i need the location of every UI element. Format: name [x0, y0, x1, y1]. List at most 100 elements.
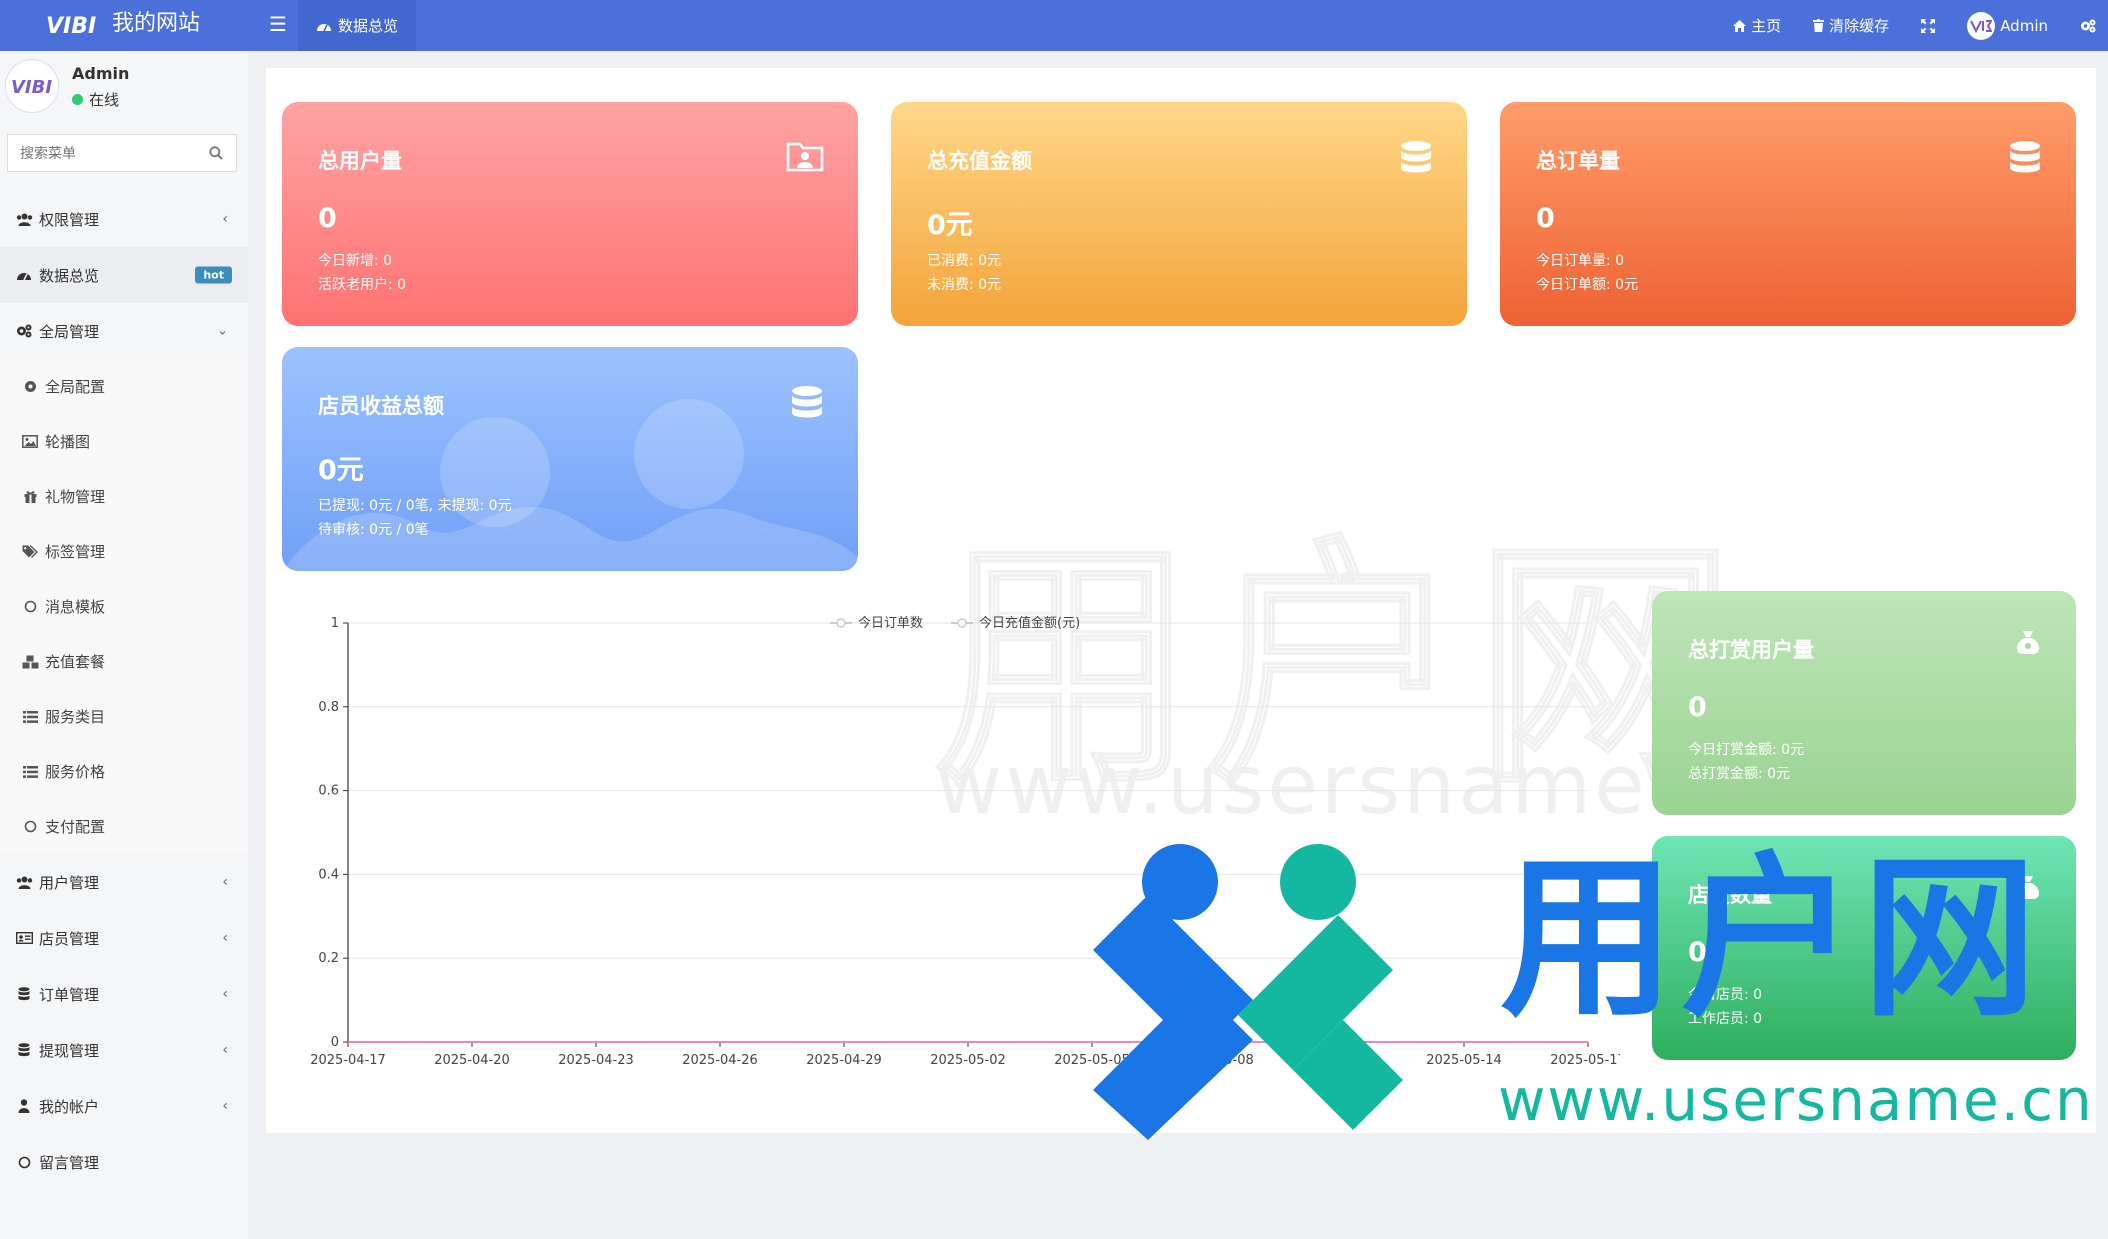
- card-value: 0: [1688, 692, 1707, 723]
- avatar-logo-text: VIBI: [11, 77, 52, 98]
- legend-label: 今日订单数: [858, 615, 923, 631]
- x-tick-label: 2025-04-20: [434, 1053, 510, 1068]
- legend-item[interactable]: 今日订单数: [830, 615, 923, 631]
- id-card-icon: [14, 932, 34, 944]
- card-title: 总用户量: [318, 149, 402, 173]
- sidebar-item-messages[interactable]: 留言管理: [0, 1134, 248, 1190]
- clear-cache-button[interactable]: 清除缓存: [1797, 0, 1905, 51]
- card-detail: 已消费: 0元: [927, 253, 1002, 269]
- sidebar-subitem-gifts[interactable]: 礼物管理: [0, 469, 248, 524]
- trash-icon: [1813, 19, 1825, 32]
- online-dot-icon: [72, 94, 83, 105]
- site-name: 我的网站: [112, 11, 201, 36]
- folder-user-icon: [786, 142, 824, 172]
- stat-card-staff-income: 店员收益总额 0元 已提现: 0元 / 0笔, 未提现: 0元 待审核: 0元 …: [282, 347, 858, 571]
- sidebar-subitem-tags[interactable]: 标签管理: [0, 524, 248, 579]
- sidebar-item-label: 提现管理: [39, 1041, 100, 1060]
- card-detail: 已提现: 0元 / 0笔, 未提现: 0元: [318, 498, 512, 514]
- sidebar-item-orders[interactable]: 订单管理 ‹: [0, 966, 248, 1022]
- brand[interactable]: VIBI 我的网站: [0, 0, 248, 51]
- card-value: 0: [1536, 203, 1555, 234]
- card-value: 0元: [318, 455, 364, 486]
- y-tick-label: 0.8: [318, 700, 339, 715]
- sidebar-item-withdrawals[interactable]: 提现管理 ‹: [0, 1022, 248, 1078]
- x-tick-label: 2025-05-02: [930, 1053, 1006, 1068]
- search-box: [7, 134, 237, 173]
- sidebar-item-permissions[interactable]: 权限管理 ‹: [0, 191, 248, 247]
- sidebar-item-users[interactable]: 用户管理 ‹: [0, 854, 248, 910]
- home-link-label: 主页: [1751, 17, 1782, 35]
- sidebar-item-dashboard[interactable]: 数据总览 hot: [0, 247, 248, 303]
- sidebar-subitem-recharge-packages[interactable]: 充值套餐: [0, 634, 248, 689]
- hot-badge: hot: [195, 266, 232, 284]
- sidebar-item-label: 标签管理: [45, 543, 106, 561]
- menu-toggle-icon[interactable]: ☰: [262, 0, 294, 51]
- users-icon: [14, 213, 34, 226]
- user-panel: VIBI Admin 在线: [0, 51, 248, 123]
- tags-icon: [20, 545, 40, 558]
- global-submenu: 全局配置 轮播图 礼物管理 标签管理 消息模板 充值套餐 服务类目 服务价格 支…: [0, 359, 248, 854]
- sidebar-item-label: 支付配置: [45, 818, 106, 836]
- x-tick-label: 2025-04-17: [310, 1053, 386, 1068]
- card-title: 店员收益总额: [318, 394, 444, 418]
- home-link[interactable]: 主页: [1717, 0, 1797, 51]
- sidebar-subitem-payment-config[interactable]: 支付配置: [0, 799, 248, 854]
- avatar: [1967, 11, 1996, 40]
- chevron-left-icon: ‹: [222, 986, 228, 1002]
- user-menu[interactable]: Admin: [1951, 0, 2064, 51]
- avatar-logo-icon: VIBI: [11, 77, 52, 98]
- sidebar-item-label: 消息模板: [45, 598, 106, 616]
- tab-dashboard[interactable]: 数据总览: [298, 0, 416, 51]
- sidebar-subitem-message-templates[interactable]: 消息模板: [0, 579, 248, 634]
- card-detail: 今日打赏金额: 0元: [1688, 742, 1805, 758]
- brand-watermark-url: www.usersname.cn: [1498, 1066, 2094, 1134]
- sidebar-item-global[interactable]: 全局管理 ⌄: [0, 303, 248, 359]
- sidebar-item-label: 数据总览: [39, 266, 100, 285]
- stat-card-total-orders: 总订单量 0 今日订单量: 0 今日订单额: 0元: [1500, 102, 2076, 326]
- card-detail: 未消费: 0元: [927, 277, 1002, 293]
- chevron-left-icon: ‹: [222, 874, 228, 890]
- sidebar-item-label: 我的帐户: [39, 1097, 100, 1116]
- card-detail: 今日订单量: 0: [1536, 253, 1625, 269]
- sidebar-item-staff[interactable]: 店员管理 ‹: [0, 910, 248, 966]
- stat-card-total-users: 总用户量 0 今日新增: 0 活跃老用户: 0: [282, 102, 858, 326]
- sidebar-item-label: 店员管理: [39, 929, 100, 948]
- database-icon: [2010, 141, 2040, 173]
- x-tick-label: 2025-04-26: [682, 1053, 758, 1068]
- search-icon[interactable]: [209, 146, 223, 160]
- sidebar-subitem-service-prices[interactable]: 服务价格: [0, 744, 248, 799]
- sidebar-item-my-account[interactable]: 我的帐户 ‹: [0, 1078, 248, 1134]
- y-tick-label: 0: [331, 1035, 339, 1050]
- database-icon: [14, 1043, 34, 1057]
- card-title: 总订单量: [1536, 149, 1620, 173]
- list-icon: [20, 710, 40, 723]
- sidebar-item-label: 订单管理: [39, 985, 100, 1004]
- users-icon: [14, 876, 34, 889]
- chart-legend[interactable]: 今日订单数 今日充值金额(元): [830, 615, 1080, 631]
- fullscreen-button[interactable]: [1905, 0, 1951, 51]
- list-icon: [20, 765, 40, 778]
- cogs-icon: [14, 324, 34, 338]
- sidebar-subitem-carousel[interactable]: 轮播图: [0, 414, 248, 469]
- dashboard-icon: [14, 269, 34, 281]
- sidebar-subitem-service-categories[interactable]: 服务类目: [0, 689, 248, 744]
- clear-cache-label: 清除缓存: [1829, 17, 1890, 35]
- search-input[interactable]: [8, 135, 212, 173]
- card-detail: 活跃老用户: 0: [318, 277, 407, 293]
- database-icon: [14, 987, 34, 1001]
- y-tick-label: 0.6: [318, 784, 339, 799]
- y-tick-label: 0.4: [318, 867, 339, 882]
- settings-button[interactable]: [2064, 0, 2108, 51]
- chevron-left-icon: ‹: [222, 1098, 228, 1114]
- dashboard-icon: [317, 23, 331, 31]
- sidebar-item-label: 礼物管理: [45, 488, 106, 506]
- stat-card-total-recharge: 总充值金额 0元 已消费: 0元 未消费: 0元: [891, 102, 1467, 326]
- legend-item[interactable]: 今日充值金额(元): [951, 615, 1080, 631]
- sidebar-item-label: 服务价格: [45, 763, 106, 781]
- avatar-logo-icon: [1970, 19, 1993, 33]
- user-icon: [14, 1099, 34, 1113]
- sidebar-subitem-global-config[interactable]: 全局配置: [0, 359, 248, 414]
- avatar: VIBI: [6, 60, 58, 112]
- brand-watermark: 用户网 www.usersname.cn: [1053, 840, 2108, 1140]
- logo-text: VIBI: [46, 14, 96, 39]
